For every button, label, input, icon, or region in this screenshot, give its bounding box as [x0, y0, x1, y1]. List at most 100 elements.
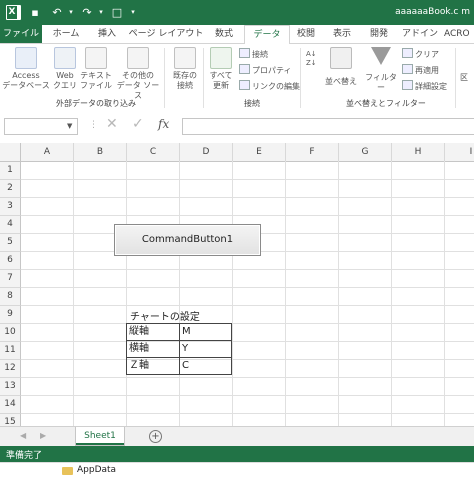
row-header[interactable]: 10 — [0, 324, 21, 342]
tab-addins[interactable]: アドイン — [400, 25, 440, 43]
tab-data[interactable]: データ — [244, 25, 290, 44]
setting-value-vertical[interactable]: M — [179, 323, 232, 341]
row-header[interactable]: 15 — [0, 414, 21, 426]
customize-qat-icon[interactable]: ▾ — [126, 6, 140, 19]
advanced-item[interactable]: 詳細設定 — [402, 80, 447, 92]
other-sources-label-1: その他の — [122, 71, 154, 80]
text-file-button[interactable]: テキスト ファイル — [79, 47, 113, 91]
row-header[interactable]: 14 — [0, 396, 21, 414]
worksheet-grid[interactable]: A B C D E F G H I 1 2 3 4 5 6 7 8 9 10 1… — [0, 143, 474, 426]
existing-conn-label-1: 既存の — [173, 71, 197, 80]
row-header[interactable]: 4 — [0, 216, 21, 234]
group-label-external-data: 外部データの取り込み — [56, 99, 136, 108]
edit-links-icon — [239, 80, 250, 90]
row-header[interactable]: 1 — [0, 162, 21, 180]
undo-icon[interactable]: ↶ — [50, 6, 64, 19]
tab-view[interactable]: 表示 — [326, 25, 358, 43]
command-button-1[interactable]: CommandButton1 — [114, 224, 261, 256]
gridline — [285, 161, 286, 426]
reapply-icon — [402, 64, 413, 74]
other-sources-button[interactable]: その他の データ ソース — [114, 47, 162, 101]
setting-key-vertical[interactable]: 縦軸 — [126, 323, 180, 341]
row-header[interactable]: 7 — [0, 270, 21, 288]
tab-developer[interactable]: 開発 — [362, 25, 396, 43]
tab-insert[interactable]: 挿入 — [88, 25, 126, 43]
sheet-tab-sheet1[interactable]: Sheet1 — [75, 427, 125, 446]
row-header[interactable]: 12 — [0, 360, 21, 378]
row-header[interactable]: 6 — [0, 252, 21, 270]
folder-label[interactable]: AppData — [77, 465, 116, 475]
tab-file[interactable]: ファイル — [0, 25, 42, 43]
gridline — [21, 377, 474, 378]
row-header[interactable]: 5 — [0, 234, 21, 252]
edit-links-item[interactable]: リンクの編集 — [239, 80, 300, 92]
formula-bar-grip-icon: ⋮ — [89, 120, 98, 130]
select-all-corner[interactable] — [0, 143, 21, 162]
setting-key-horizontal[interactable]: 横軸 — [126, 340, 180, 358]
gridline — [21, 413, 474, 414]
tab-formulas[interactable]: 数式 — [206, 25, 242, 43]
sort-button[interactable]: 並べ替え — [324, 47, 358, 87]
text-to-columns-button-cut[interactable]: 区 — [460, 72, 468, 83]
column-header[interactable]: F — [286, 143, 339, 162]
column-header[interactable]: E — [233, 143, 286, 162]
sort-az-icon[interactable]: A↓ Z↓ — [306, 50, 322, 80]
advanced-label: 詳細設定 — [415, 82, 447, 91]
web-query-button[interactable]: Web クエリ — [51, 47, 79, 91]
refresh-label-2: 更新 — [213, 81, 229, 90]
new-file-icon[interactable]: □ — [110, 6, 124, 19]
row-header[interactable]: 11 — [0, 342, 21, 360]
column-header[interactable]: C — [127, 143, 180, 162]
column-header[interactable]: G — [339, 143, 392, 162]
column-header[interactable]: D — [180, 143, 233, 162]
tab-page-layout[interactable]: ページ レイアウト — [128, 25, 204, 43]
sheet-tab-bar: ◀ ▶ Sheet1 + — [0, 426, 474, 446]
access-database-button[interactable]: Access データベース — [2, 47, 50, 91]
filter-button[interactable]: フィルター — [362, 47, 400, 93]
connections-label: 接続 — [252, 50, 268, 59]
setting-value-z[interactable]: C — [179, 357, 232, 375]
group-label-connections: 接続 — [244, 99, 260, 108]
add-sheet-icon[interactable]: + — [149, 430, 162, 443]
formula-bar: ▼ ⋮ ✕ ✓ fx — [0, 112, 474, 140]
name-box-dropdown-icon[interactable]: ▼ — [67, 122, 72, 130]
gridline — [232, 161, 233, 426]
existing-connections-button[interactable]: 既存の 接続 — [168, 47, 202, 91]
enter-icon[interactable]: ✓ — [132, 116, 144, 132]
setting-key-z[interactable]: Ｚ軸 — [126, 357, 180, 375]
connections-item[interactable]: 接続 — [239, 48, 300, 60]
row-header[interactable]: 9 — [0, 306, 21, 324]
tab-acrobat[interactable]: ACRO — [444, 25, 474, 43]
access-label-2: データベース — [2, 81, 50, 90]
gridline — [338, 161, 339, 426]
table-row: 縦軸 M — [126, 323, 232, 341]
formula-input[interactable] — [182, 118, 474, 135]
column-header[interactable]: A — [21, 143, 74, 162]
column-header[interactable]: I — [445, 143, 474, 162]
setting-value-horizontal[interactable]: Y — [179, 340, 232, 358]
tab-review[interactable]: 校閲 — [290, 25, 322, 43]
row-header[interactable]: 2 — [0, 180, 21, 198]
insert-function-icon[interactable]: fx — [158, 117, 169, 131]
tab-home[interactable]: ホーム — [46, 25, 86, 43]
row-header[interactable]: 13 — [0, 378, 21, 396]
column-header[interactable]: B — [74, 143, 127, 162]
clear-item[interactable]: クリア — [402, 48, 447, 60]
properties-item[interactable]: プロパティ — [239, 64, 300, 76]
reapply-item[interactable]: 再適用 — [402, 64, 447, 76]
redo-icon[interactable]: ↷ — [80, 6, 94, 19]
refresh-label-1: すべて — [209, 71, 233, 80]
undo-dropdown-icon[interactable]: ▾ — [64, 6, 78, 19]
column-header[interactable]: H — [392, 143, 445, 162]
row-header[interactable]: 3 — [0, 198, 21, 216]
redo-dropdown-icon[interactable]: ▾ — [94, 6, 108, 19]
sheet-prev-icon[interactable]: ◀ — [20, 431, 26, 440]
row-header[interactable]: 8 — [0, 288, 21, 306]
gridline — [179, 161, 180, 426]
refresh-all-button[interactable]: すべて 更新 — [206, 47, 236, 91]
save-icon[interactable]: ▪ — [28, 6, 42, 19]
chart-settings-title: チャートの設定 — [130, 312, 200, 323]
sheet-next-icon[interactable]: ▶ — [40, 431, 46, 440]
cancel-icon[interactable]: ✕ — [106, 116, 118, 132]
gridline — [73, 161, 74, 426]
